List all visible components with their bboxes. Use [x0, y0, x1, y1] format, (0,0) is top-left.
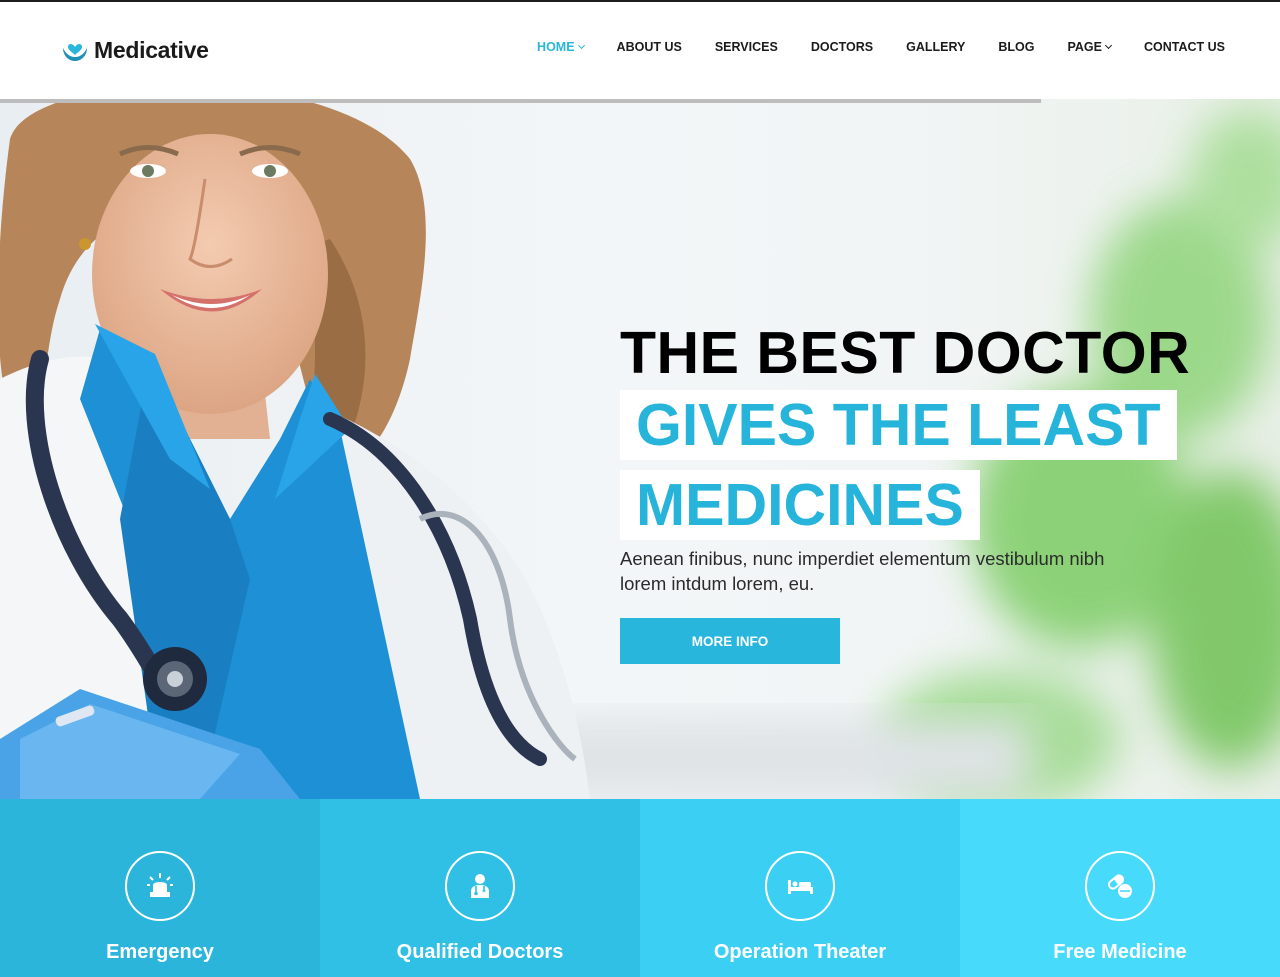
hero-slider: THE BEST DOCTOR GIVES THE LEAST MEDICINE…	[0, 99, 1280, 799]
feature-icon-ring	[445, 851, 515, 921]
hero-title-line-3: MEDICINES	[620, 470, 980, 540]
hero-title-line-1: THE BEST DOCTOR	[620, 320, 1191, 386]
nav-item-label: PAGE	[1067, 40, 1102, 54]
nav-item-home[interactable]: HOME	[537, 40, 585, 54]
nav-item-blog[interactable]: BLOG	[998, 40, 1034, 54]
hero-content: THE BEST DOCTOR GIVES THE LEAST MEDICINE…	[620, 321, 1220, 664]
features-row: Emergency Qualified Doctors Operation Th	[0, 799, 1280, 977]
nav-item-label: ABOUT US	[616, 40, 682, 54]
nav-item-contact-us[interactable]: CONTACT US	[1144, 40, 1225, 54]
more-info-button[interactable]: MORE INFO	[620, 618, 840, 664]
siren-icon	[147, 873, 173, 897]
site-header: Medicative HOME ABOUT US SERVICES DOCTOR…	[0, 2, 1280, 99]
nav-item-doctors[interactable]: DOCTORS	[811, 40, 873, 54]
pills-icon	[1107, 874, 1132, 898]
slider-progress-bar	[0, 99, 1041, 103]
feature-label: Free Medicine	[1053, 941, 1187, 963]
nav-item-label: HOME	[537, 40, 575, 54]
nav-item-label: GALLERY	[906, 40, 966, 54]
chevron-down-icon	[577, 41, 585, 50]
nav-item-label: CONTACT US	[1143, 40, 1225, 54]
nav-item-page[interactable]: PAGE	[1067, 40, 1113, 54]
feature-label: Emergency	[106, 941, 214, 963]
nav-item-gallery[interactable]: GALLERY	[906, 40, 965, 54]
doctor-icon	[471, 874, 489, 898]
nav-item-about-us[interactable]: ABOUT US	[617, 40, 682, 54]
hero-title-line-2: GIVES THE LEAST	[620, 390, 1177, 460]
main-nav: HOME ABOUT US SERVICES DOCTORS GALLERY B…	[504, 40, 1225, 54]
chevron-down-icon	[1104, 41, 1113, 50]
brand-logo[interactable]: Medicative	[60, 32, 209, 68]
brand-name: Medicative	[94, 36, 209, 63]
feature-label: Qualified Doctors	[396, 941, 564, 963]
feature-emergency[interactable]: Emergency	[0, 799, 320, 977]
feature-icon-ring	[765, 851, 835, 921]
feature-icon-ring	[125, 851, 195, 921]
bed-icon	[788, 880, 813, 894]
hero-description: Aenean finibus, nunc imperdiet elementum…	[620, 548, 1105, 594]
nav-item-services[interactable]: SERVICES	[715, 40, 778, 54]
feature-label: Operation Theater	[713, 941, 887, 963]
nav-item-label: SERVICES	[714, 40, 778, 54]
nav-item-label: BLOG	[998, 40, 1035, 54]
feature-qualified-doctors[interactable]: Qualified Doctors	[320, 799, 640, 977]
nav-item-label: DOCTORS	[810, 40, 874, 54]
feature-free-medicine[interactable]: Free Medicine	[960, 799, 1280, 977]
heart-hands-icon	[63, 44, 87, 61]
feature-operation-theater[interactable]: Operation Theater	[640, 799, 960, 977]
feature-icon-ring	[1085, 851, 1155, 921]
